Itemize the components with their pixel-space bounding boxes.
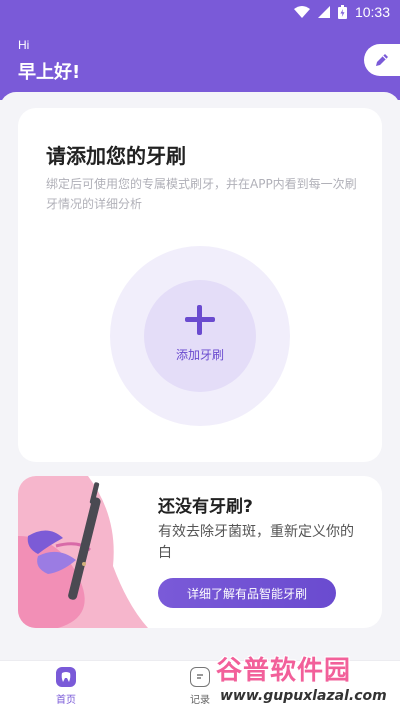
- signal-icon: [317, 6, 330, 18]
- promo-card: 还没有牙刷? 有效去除牙菌斑，重新定义你的白 详细了解有品智能牙刷: [18, 476, 382, 628]
- tab-home-label: 首页: [56, 695, 76, 706]
- plus-icon: [185, 305, 215, 335]
- add-toothbrush-button[interactable]: [144, 280, 256, 392]
- add-toothbrush-label: 添加牙刷: [175, 348, 224, 362]
- card-description: 绑定后可使用您的专属模式刷牙，并在APP内看到每一次刷牙情况的详细分析: [46, 177, 357, 211]
- site-watermark: 谷普软件园 www.gupuxlazal.com: [216, 650, 398, 710]
- record-icon: [190, 667, 210, 687]
- add-toothbrush-card: 请添加您的牙刷 绑定后可使用您的专属模式刷牙，并在APP内看到每一次刷牙情况的详…: [18, 108, 382, 462]
- watermark-text: 谷普软件园: [216, 656, 352, 686]
- status-time: 10:33: [354, 4, 390, 20]
- pencil-icon: [376, 54, 388, 66]
- watermark-url: www.gupuxlazal.com: [220, 688, 387, 704]
- status-bar: 10:33: [0, 0, 400, 24]
- battery-icon: [337, 5, 347, 19]
- wifi-icon: [293, 6, 310, 18]
- tab-home[interactable]: 首页: [36, 667, 96, 706]
- toothbrush-illustration: [18, 476, 148, 628]
- learn-more-button[interactable]: 详细了解有品智能牙刷: [158, 578, 336, 608]
- card-title: 请添加您的牙刷: [46, 144, 186, 168]
- promo-title: 还没有牙刷?: [158, 497, 253, 517]
- hi-label: Hi: [18, 38, 30, 52]
- tooth-icon: [56, 667, 76, 687]
- edit-button[interactable]: [364, 44, 400, 76]
- promo-description: 有效去除牙菌斑，重新定义你的白: [158, 524, 354, 561]
- greeting-title: 早上好!: [18, 62, 81, 83]
